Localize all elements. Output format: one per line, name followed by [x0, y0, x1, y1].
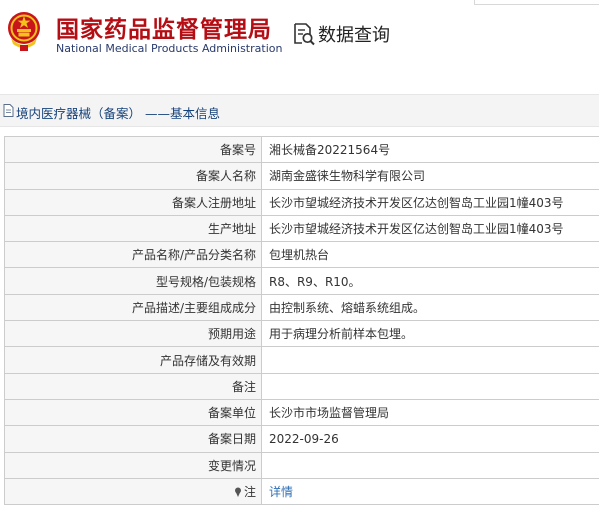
note-value-cell: 详情 [261, 477, 599, 506]
row-value [261, 451, 599, 479]
site-title-cn: 国家药品监督管理局 [56, 17, 272, 43]
table-row: 备案日期 2022-09-26 [4, 425, 599, 453]
row-value: 湖南金盛徕生物科学有限公司 [261, 162, 599, 190]
table-row: 产品存储及有效期 [4, 346, 599, 374]
table-row: 备案人名称 湖南金盛徕生物科学有限公司 [4, 162, 599, 190]
data-query-link[interactable]: 数据查询 [293, 21, 390, 47]
document-icon [3, 104, 14, 117]
row-label: 变更情况 [4, 451, 262, 479]
row-label: 注 [243, 485, 256, 499]
note-label-cell: 注 [4, 477, 262, 506]
row-label: 产品描述/主要组成成分 [4, 293, 262, 322]
table-row: 预期用途 用于病理分析前样本包埋。 [4, 320, 599, 348]
row-value: 长沙市望城经济技术开发区亿达创智岛工业园1幢403号 [261, 188, 599, 216]
row-label: 备案号 [4, 135, 262, 164]
row-label: 备案人名称 [4, 162, 262, 190]
document-search-icon [294, 23, 315, 46]
row-value: R8、R9、R10。 [261, 267, 599, 295]
table-row: 备案人注册地址 长沙市望城经济技术开发区亿达创智岛工业园1幢403号 [4, 188, 599, 216]
pin-icon [234, 487, 241, 497]
row-label: 备案单位 [4, 398, 262, 427]
data-query-label: 数据查询 [318, 25, 390, 46]
row-label: 备注 [4, 372, 262, 400]
row-label: 备案日期 [4, 425, 262, 453]
row-label: 预期用途 [4, 320, 262, 348]
row-value: 湘长械备20221564号 [261, 135, 599, 164]
table-row: 注 详情 [4, 477, 599, 506]
row-label: 型号规格/包装规格 [4, 267, 262, 295]
table-row: 产品名称/产品分类名称 包埋机热台 [4, 241, 599, 269]
table-row: 型号规格/包装规格 R8、R9、R10。 [4, 267, 599, 295]
row-label: 产品名称/产品分类名称 [4, 241, 262, 269]
table-row: 产品描述/主要组成成分 由控制系统、熔蜡系统组成。 [4, 293, 599, 322]
row-value: 由控制系统、熔蜡系统组成。 [261, 293, 599, 322]
top-divider [474, 0, 599, 5]
row-label: 生产地址 [4, 214, 262, 243]
row-value: 2022-09-26 [261, 425, 599, 453]
row-value: 长沙市市场监督管理局 [261, 398, 599, 427]
row-label: 备案人注册地址 [4, 188, 262, 216]
row-value: 包埋机热台 [261, 241, 599, 269]
row-value [261, 346, 599, 374]
row-value [261, 372, 599, 400]
device-info-table: 备案号 湘长械备20221564号 备案人名称 湖南金盛徕生物科学有限公司 备案人注… [4, 135, 599, 506]
details-link[interactable]: 详情 [269, 485, 293, 499]
section-header: 境内医疗器械（备案） ——基本信息 [0, 94, 599, 127]
table-row: 备注 [4, 372, 599, 400]
site-title-en: National Medical Products Administration [56, 42, 283, 55]
table-row: 备案号 湘长械备20221564号 [4, 135, 599, 164]
table-row: 变更情况 [4, 451, 599, 479]
row-label: 产品存储及有效期 [4, 346, 262, 374]
table-row: 生产地址 长沙市望城经济技术开发区亿达创智岛工业园1幢403号 [4, 214, 599, 243]
site-header: 国家药品监督管理局 National Medical Products Admi… [0, 0, 599, 78]
row-value: 用于病理分析前样本包埋。 [261, 320, 599, 348]
section-title: 境内医疗器械（备案） ——基本信息 [16, 106, 220, 121]
national-emblem-icon [8, 12, 40, 51]
table-row: 备案单位 长沙市市场监督管理局 [4, 398, 599, 427]
row-value: 长沙市望城经济技术开发区亿达创智岛工业园1幢403号 [261, 214, 599, 243]
